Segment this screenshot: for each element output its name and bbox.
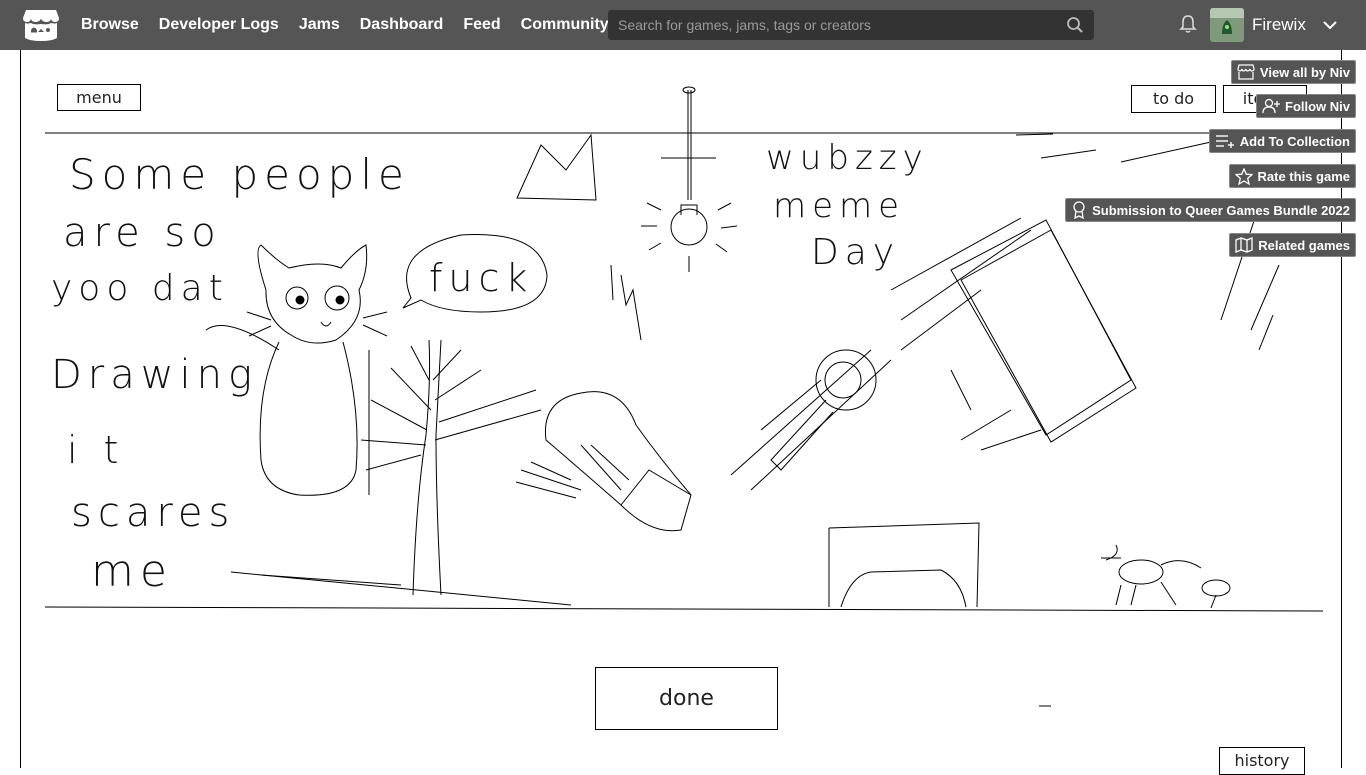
nav-community[interactable]: Community [521,16,609,34]
magnifier-sketch [730,349,892,491]
scribble-text-5: it [67,428,145,472]
scribble-text-6: scares [71,490,236,536]
store-icon [1237,64,1255,80]
itchio-logo-icon[interactable] [22,8,60,42]
tree-sketch [230,339,572,606]
nav-developer-logs[interactable]: Developer Logs [159,16,279,34]
username[interactable]: Firewix [1252,15,1306,35]
add-collection-label: Add To Collection [1239,133,1350,149]
scene-ground-line [44,606,1324,612]
notification-bell-icon[interactable] [1178,14,1198,34]
top-text-2: meme [773,186,906,226]
view-all-by-author-button[interactable]: View all by Niv [1230,60,1356,84]
tent-sketch [516,133,597,201]
nav-feed[interactable]: Feed [463,16,500,34]
view-all-label: View all by Niv [1259,64,1350,80]
search-box [608,10,1094,40]
todo-button[interactable]: to do [1131,85,1216,113]
nav-jams[interactable]: Jams [299,16,340,34]
speech-text: fuck [429,256,534,300]
menu-button[interactable]: menu [57,84,141,111]
couch-sketch [828,522,980,608]
follow-button[interactable]: Follow Niv [1256,94,1356,118]
avatar[interactable] [1210,8,1244,42]
scribble-text-2: are so [63,210,222,256]
avatar-image [1210,8,1244,42]
scribble-line [1040,149,1097,159]
nav-dashboard[interactable]: Dashboard [360,16,444,34]
map-icon [1235,237,1253,253]
add-to-collection-button[interactable]: Add To Collection [1208,129,1356,153]
top-text-1: wubzzy [766,138,929,178]
submission-badge-button[interactable]: Submission to Queer Games Bundle 2022 [1065,198,1356,222]
add-to-list-icon [1215,135,1234,148]
related-games-button[interactable]: Related games [1229,233,1356,257]
nav-browse[interactable]: Browse [81,16,139,34]
scribble-text-7: me [91,546,173,597]
follow-label: Follow Niv [1285,98,1350,114]
submission-label: Submission to Queer Games Bundle 2022 [1092,202,1350,218]
chevron-down-icon[interactable] [1322,17,1338,33]
game-frame[interactable]: Some people are so yoo dat Drawing it sc… [20,50,1342,775]
hanging-lamp-sketch [641,86,738,272]
search-icon[interactable] [1066,16,1084,34]
top-text-3: Day [811,232,901,273]
creature-sketch [1101,544,1231,609]
star-icon [1234,167,1253,185]
rate-label: Rate this game [1257,168,1350,184]
cube-sketch [890,217,1137,451]
search-input[interactable] [608,10,1058,40]
top-nav: Browse Developer Logs Jams Dashboard Fee… [0,0,1366,50]
scribble-text-4: Drawing [51,352,258,398]
award-ribbon-icon [1073,201,1085,219]
add-user-icon [1262,98,1280,114]
fallen-bulb-sketch [515,391,692,532]
scribble-text-1: Some people [69,150,410,199]
main-nav: Browse Developer Logs Jams Dashboard Fee… [81,0,629,50]
scribble-text-3: yoo dat [51,268,229,309]
done-button[interactable]: done [595,667,778,730]
history-button[interactable]: history [1219,747,1305,775]
related-label: Related games [1258,237,1350,253]
rate-game-button[interactable]: Rate this game [1228,164,1356,188]
